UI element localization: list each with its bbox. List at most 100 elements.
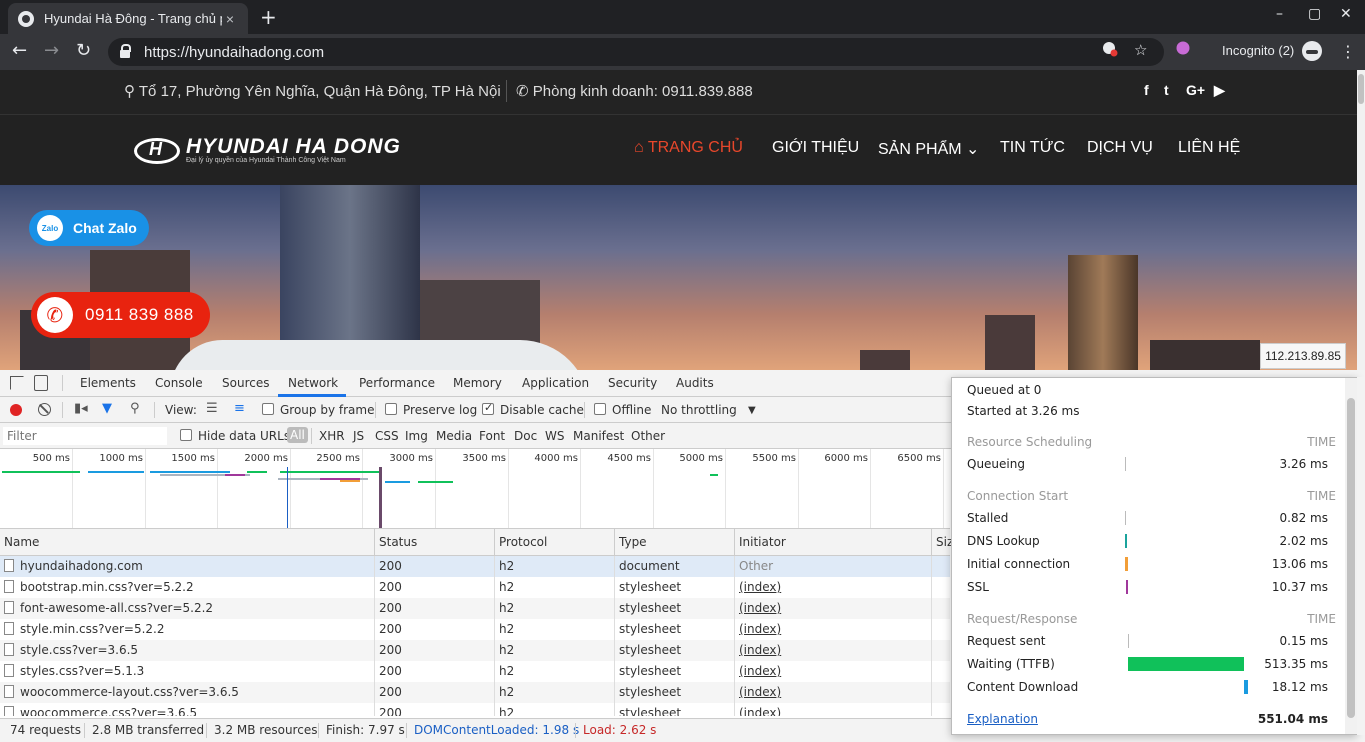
incognito-icon[interactable] [1302,41,1322,61]
nav-gioi-thieu[interactable]: GIỚI THIỆU [772,139,859,157]
filter-ws[interactable]: WS [545,429,564,443]
record-icon[interactable] [10,404,22,416]
timing-scrollbar[interactable] [1345,378,1357,734]
filter-all[interactable]: All [287,427,308,443]
search-icon[interactable]: ⚲ [130,401,140,416]
filter-other[interactable]: Other [631,429,665,443]
request-type: stylesheet [615,682,735,703]
device-toolbar-icon[interactable] [34,375,48,391]
column-protocol[interactable]: Protocol [495,529,615,556]
maximize-icon[interactable]: ▢ [1308,6,1321,22]
clear-icon[interactable] [38,403,51,416]
timing-scrollbar-thumb[interactable] [1347,398,1355,718]
column-status[interactable]: Status [375,529,495,556]
throttling-select[interactable]: No throttling [661,403,737,417]
google-plus-icon[interactable]: G+ [1186,82,1205,98]
column-size[interactable]: Siz [932,529,953,556]
nav-trang-chu[interactable]: ⌂ TRANG CHỦ [634,139,743,157]
tab-console[interactable]: Console [155,376,203,390]
filter-js[interactable]: JS [353,429,364,443]
tab-sources[interactable]: Sources [222,376,269,390]
column-type[interactable]: Type [615,529,735,556]
nav-san-pham[interactable]: SẢN PHẨM ⌄ [878,139,979,159]
disable-cache-checkbox[interactable] [482,401,494,415]
filter-manifest[interactable]: Manifest [573,429,624,443]
request-name: font-awesome-all.css?ver=5.2.2 [0,598,375,619]
timing-label-queueing: Queueing [967,457,1025,471]
filter-icon[interactable]: ▼ [102,401,112,416]
close-window-icon[interactable]: ✕ [1340,6,1352,22]
filter-font[interactable]: Font [479,429,505,443]
request-initiator[interactable]: (index) [735,661,932,682]
filter-media[interactable]: Media [436,429,472,443]
waterfall-icon[interactable]: ≡ [234,401,245,416]
reload-icon[interactable]: ↻ [76,40,91,61]
network-overview[interactable]: 500 ms 1000 ms 1500 ms 2000 ms 2500 ms 3… [0,449,950,529]
tab-security[interactable]: Security [608,376,657,390]
page-scrollbar-thumb[interactable] [1358,74,1364,104]
filter-doc[interactable]: Doc [514,429,537,443]
preserve-log-checkbox[interactable] [385,403,397,415]
table-row[interactable]: styles.css?ver=5.1.3 200 h2 stylesheet (… [0,661,950,682]
table-row[interactable]: style.css?ver=3.6.5 200 h2 stylesheet (i… [0,640,950,661]
back-icon[interactable]: ← [12,40,27,61]
large-rows-icon[interactable]: ☰ [206,401,218,416]
table-row[interactable]: woocommerce-layout.css?ver=3.6.5 200 h2 … [0,682,950,703]
request-initiator[interactable]: (index) [735,703,932,716]
tab-network[interactable]: Network [288,376,338,390]
new-tab-button[interactable]: + [260,5,277,29]
hide-data-urls-checkbox[interactable] [180,429,192,441]
tab-memory[interactable]: Memory [453,376,502,390]
filter-xhr[interactable]: XHR [319,429,345,443]
blocked-cookies-icon[interactable] [1102,41,1118,61]
table-row[interactable]: woocommerce.css?ver=3.6.5 200 h2 stylesh… [0,703,950,716]
request-initiator[interactable]: (index) [735,577,932,598]
request-initiator[interactable]: (index) [735,682,932,703]
column-initiator[interactable]: Initiator [735,529,932,556]
star-icon[interactable]: ☆ [1134,41,1147,59]
tab-performance[interactable]: Performance [359,376,435,390]
site-logo[interactable]: HYUNDAI HA DONG Đại lý ủy quyền của Hyun… [134,135,401,165]
table-row[interactable]: bootstrap.min.css?ver=5.2.2 200 h2 style… [0,577,950,598]
twitter-icon[interactable]: t [1164,82,1169,98]
hotline-button[interactable]: ✆ 0911 839 888 [31,292,210,338]
explanation-link[interactable]: Explanation [967,712,1038,726]
request-initiator[interactable]: (index) [735,598,932,619]
column-name[interactable]: Name [0,529,375,556]
tab-audits[interactable]: Audits [676,376,714,390]
browser-menu-icon[interactable]: ⋮ [1340,42,1356,61]
nav-tin-tuc[interactable]: TIN TỨC [1000,139,1065,157]
table-row[interactable]: hyundaihadong.com 200 h2 document Other [0,556,950,577]
facebook-icon[interactable]: f [1144,82,1149,98]
youtube-icon[interactable]: ▶ [1214,82,1225,99]
filter-input[interactable] [3,427,167,445]
request-initiator[interactable]: (index) [735,619,932,640]
tab-elements[interactable]: Elements [80,376,136,390]
close-tab-icon[interactable]: × [222,11,238,27]
throttling-dropdown-icon[interactable]: ▼ [748,405,756,416]
address-bar[interactable]: https://hyundaihadong.com [108,38,1164,66]
minimize-icon[interactable]: – [1276,6,1283,22]
chat-zalo-button[interactable]: Zalo Chat Zalo [29,210,149,246]
table-row[interactable]: font-awesome-all.css?ver=5.2.2 200 h2 st… [0,598,950,619]
filter-css[interactable]: CSS [375,429,399,443]
forward-icon[interactable]: → [44,40,59,61]
nav-dich-vu[interactable]: DỊCH VỤ [1087,139,1153,157]
timeline-gridline [508,449,509,528]
map-marker-icon: ⚲ [124,83,139,100]
extension-icon[interactable] [1176,41,1190,59]
site-phone[interactable]: ✆ Phòng kinh doanh: 0911.839.888 [516,82,753,100]
request-initiator[interactable]: (index) [735,640,932,661]
group-by-frame-checkbox[interactable] [262,403,274,415]
tab-application[interactable]: Application [522,376,589,390]
incognito-label[interactable]: Incognito (2) [1222,43,1294,58]
logo-text: HYUNDAI HA DONG [186,135,401,158]
filter-img[interactable]: Img [405,429,428,443]
page-scrollbar[interactable] [1357,70,1365,370]
browser-tab[interactable]: Hyundai Hà Đông - Trang chủ p × [8,3,248,34]
nav-lien-he[interactable]: LIÊN HỆ [1178,139,1240,157]
inspect-element-icon[interactable] [10,376,24,390]
capture-screenshots-icon[interactable]: ▮◂ [74,401,88,416]
table-row[interactable]: style.min.css?ver=5.2.2 200 h2 styleshee… [0,619,950,640]
offline-checkbox[interactable] [594,403,606,415]
